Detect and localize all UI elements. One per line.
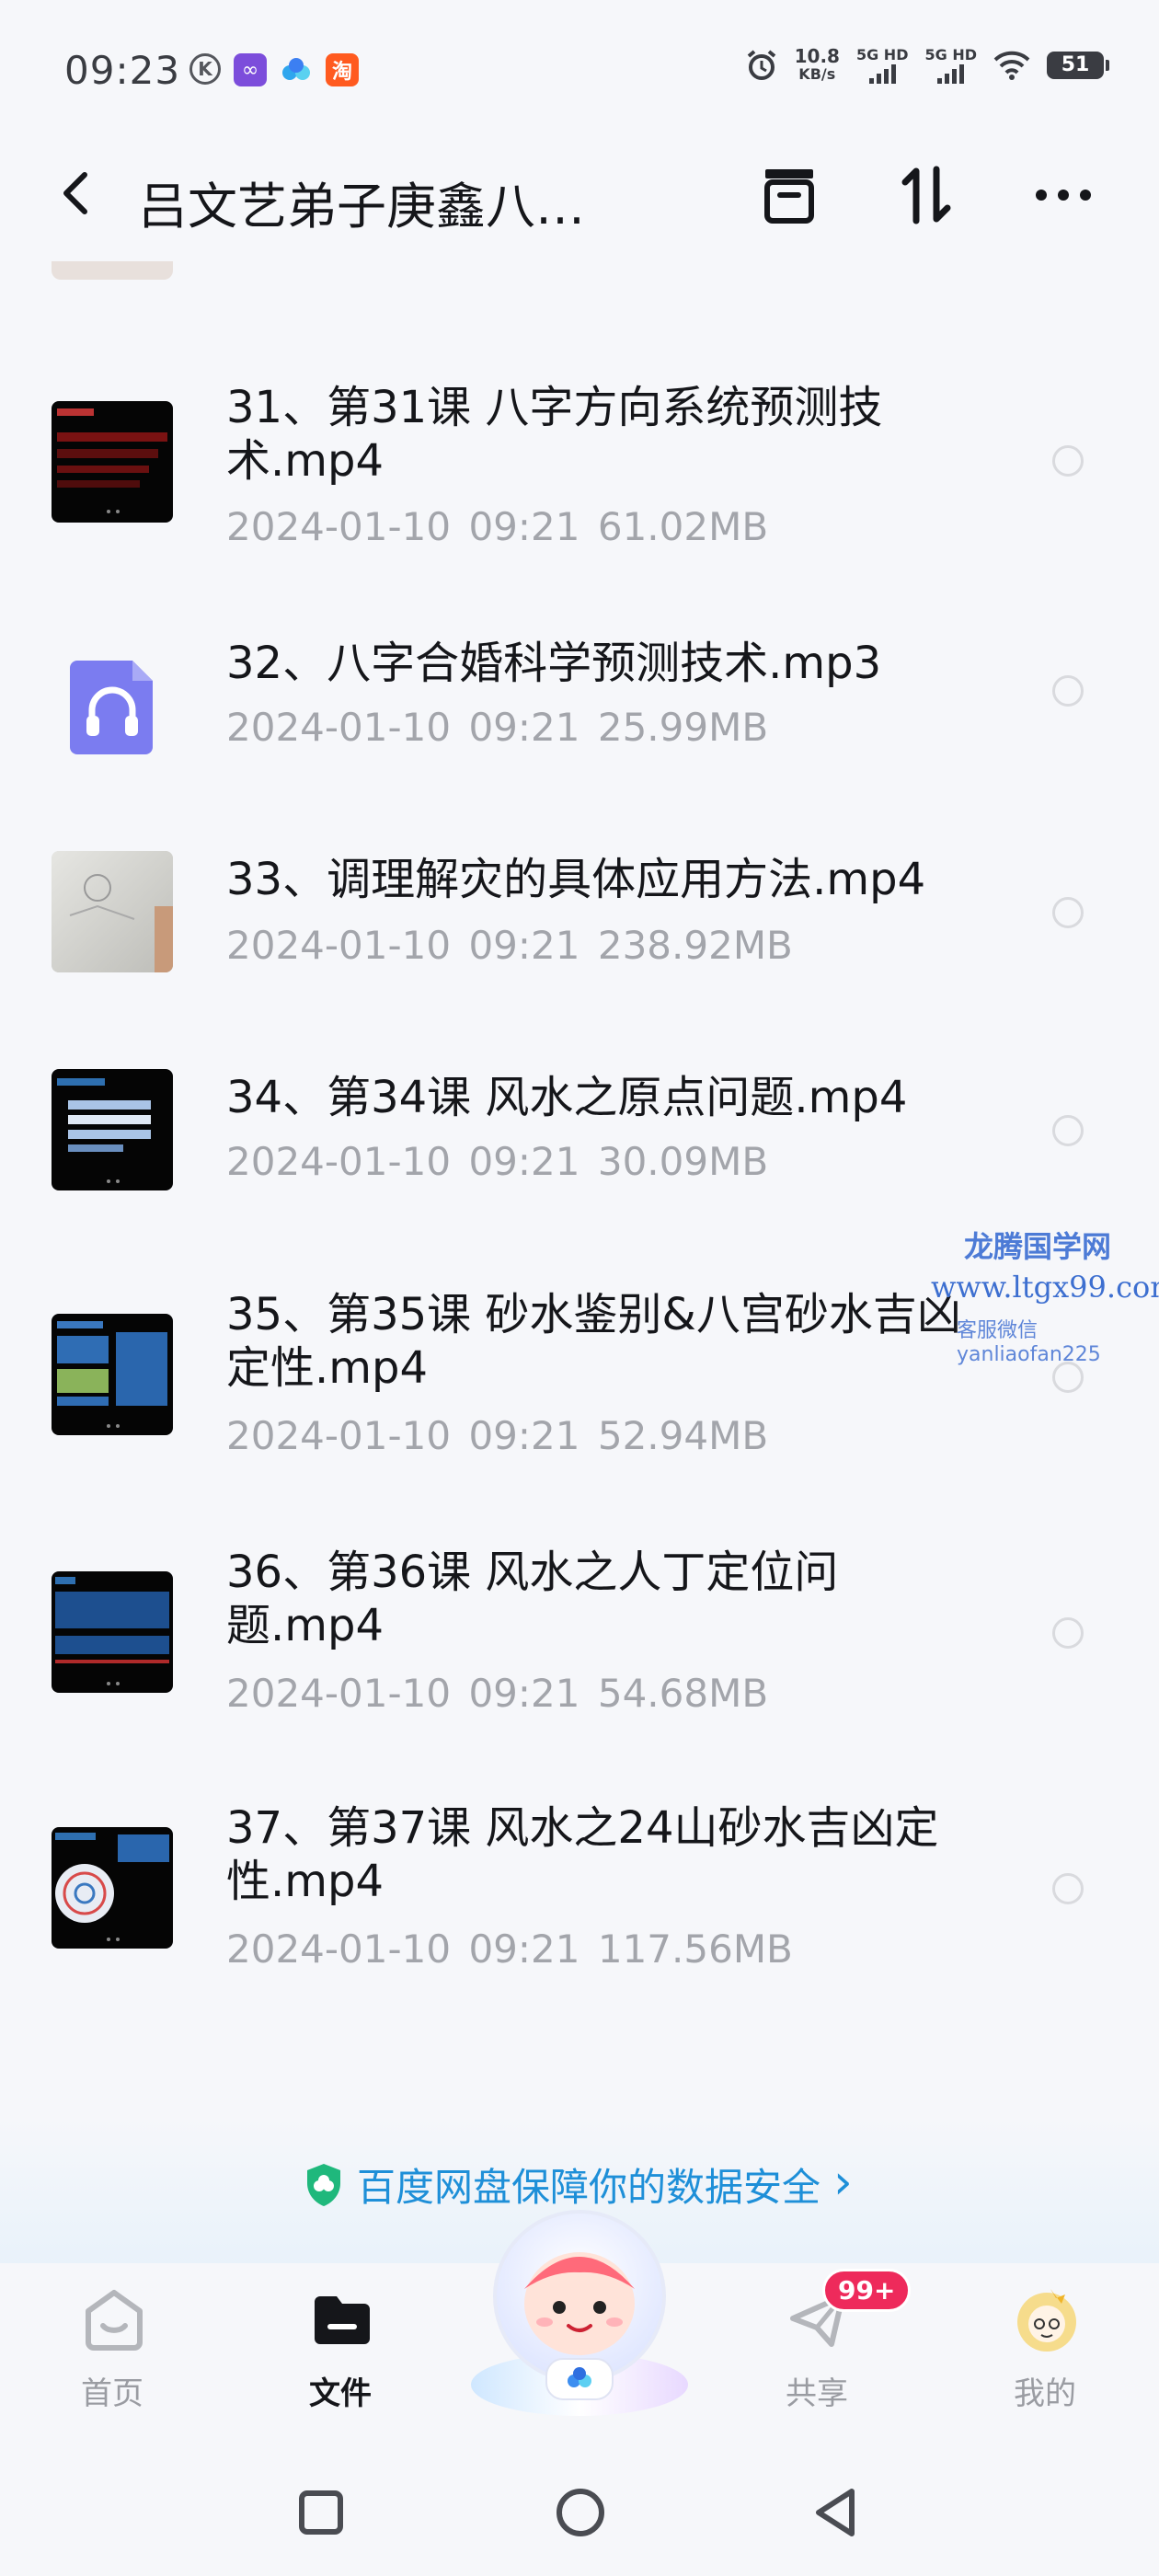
- tab-label: 文件: [309, 2375, 372, 2412]
- watermark-url: www.ltgx99.com: [931, 1270, 1159, 1305]
- back-triangle-icon[interactable]: [804, 2480, 868, 2545]
- select-checkbox[interactable]: [1052, 1617, 1084, 1649]
- top-app-bar: 吕文艺弟子庚鑫八…: [0, 138, 1159, 248]
- file-meta: 2024-01-10 09:21 30.09MB: [226, 1139, 769, 1184]
- sort-icon[interactable]: [894, 162, 960, 228]
- file-row[interactable]: 31、第31课 八字方向系统预测技术.mp4 2024-01-10 09:21 …: [0, 377, 1159, 561]
- file-name: 37、第37课 风水之24山砂水吉凶定性.mp4: [226, 1802, 939, 1907]
- file-row[interactable]: 37、第37课 风水之24山砂水吉凶定性.mp4 2024-01-10 09:2…: [0, 1801, 1159, 1985]
- file-name: 34、第34课 风水之原点问题.mp4: [226, 1072, 908, 1123]
- taobao-icon: 淘: [326, 53, 359, 86]
- file-meta: 2024-01-10 09:21 117.56MB: [226, 1926, 793, 1972]
- file-row[interactable]: 36、第36课 风水之人丁定位问题.mp4 2024-01-10 09:21 5…: [0, 1546, 1159, 1730]
- select-checkbox[interactable]: [1052, 445, 1084, 477]
- home-circle-icon[interactable]: [548, 2480, 613, 2545]
- tab-label: 共享: [786, 2375, 848, 2412]
- file-name: 33、调理解灾的具体应用方法.mp4: [226, 854, 926, 905]
- video-thumbnail: [52, 401, 173, 523]
- wifi-icon: [993, 51, 1030, 80]
- file-row[interactable]: 34、第34课 风水之原点问题.mp4 2024-01-10 09:21 30.…: [0, 1067, 1159, 1196]
- tab-label: 首页: [81, 2375, 143, 2412]
- sim2-signal: 5G HD: [924, 46, 977, 84]
- video-thumbnail: [52, 1069, 173, 1190]
- recent-apps-icon[interactable]: [289, 2480, 353, 2545]
- select-checkbox[interactable]: [1052, 1362, 1084, 1393]
- battery-indicator: 51: [1047, 51, 1109, 79]
- page-title: 吕文艺弟子庚鑫八…: [138, 178, 585, 236]
- network-speed: 10.8 KB/s: [794, 44, 840, 83]
- notification-icons: K ∞ 淘: [189, 53, 359, 86]
- folder-icon: [315, 2296, 370, 2344]
- select-checkbox[interactable]: [1052, 675, 1084, 707]
- file-meta: 2024-01-10 09:21 238.92MB: [226, 923, 793, 968]
- baidu-cloud-icon: [280, 53, 313, 86]
- video-thumbnail: [52, 1314, 173, 1435]
- system-nav-bar: [0, 2447, 1159, 2576]
- watermark-title: 龙腾国学网: [964, 1229, 1112, 1264]
- previous-item-thumbnail: [52, 261, 173, 280]
- select-checkbox[interactable]: [1052, 897, 1084, 928]
- clock: 09:23: [64, 48, 181, 93]
- back-icon[interactable]: [50, 164, 105, 223]
- tab-home[interactable]: 首页: [20, 2269, 204, 2434]
- archive-icon[interactable]: [756, 162, 822, 228]
- home-icon: [86, 2290, 143, 2351]
- video-thumbnail: [52, 1571, 173, 1693]
- file-row[interactable]: 32、八字合婚科学预测技术.mp3 2024-01-10 09:21 25.99…: [0, 635, 1159, 754]
- tab-mine[interactable]: 我的: [953, 2269, 1137, 2434]
- avatar-icon: [1017, 2289, 1076, 2352]
- chevron-right-icon: ›: [833, 2154, 853, 2210]
- file-meta: 2024-01-10 09:21 61.02MB: [226, 504, 769, 549]
- video-thumbnail: [52, 1827, 173, 1949]
- file-name: 35、第35课 砂水鉴别&八宫砂水吉凶定性.mp4: [226, 1289, 961, 1394]
- mascot-assistant-icon[interactable]: [460, 2201, 699, 2421]
- k-icon: K: [189, 53, 221, 85]
- select-checkbox[interactable]: [1052, 1873, 1084, 1904]
- more-icon[interactable]: [1030, 162, 1096, 228]
- select-checkbox[interactable]: [1052, 1115, 1084, 1146]
- file-meta: 2024-01-10 09:21 25.99MB: [226, 705, 769, 750]
- file-name: 36、第36课 风水之人丁定位问题.mp4: [226, 1547, 839, 1651]
- tab-share[interactable]: 99+ 共享: [725, 2269, 912, 2434]
- file-name: 31、第31课 八字方向系统预测技术.mp4: [226, 382, 883, 487]
- watermark-contact: 客服微信 yanliaofan225: [957, 1319, 1101, 1366]
- tab-files[interactable]: 文件: [248, 2269, 432, 2434]
- video-thumbnail: [52, 851, 173, 972]
- file-name: 32、八字合婚科学预测技术.mp3: [226, 638, 882, 689]
- shield-icon: [307, 2163, 340, 2206]
- file-row[interactable]: 33、调理解灾的具体应用方法.mp4 2024-01-10 09:21 238.…: [0, 851, 1159, 980]
- alarm-icon: [747, 49, 775, 80]
- file-meta: 2024-01-10 09:21 54.68MB: [226, 1671, 769, 1716]
- sim1-signal: 5G HD: [856, 46, 908, 84]
- infinity-app-icon: ∞: [234, 53, 267, 86]
- status-bar: 09:23 K ∞ 淘 10.8 KB/s 5G HD 5G HD 51: [0, 0, 1159, 138]
- headphones-icon: [70, 661, 153, 754]
- file-meta: 2024-01-10 09:21 52.94MB: [226, 1413, 769, 1458]
- tab-label: 我的: [1014, 2375, 1076, 2412]
- notification-badge: 99+: [822, 2269, 912, 2312]
